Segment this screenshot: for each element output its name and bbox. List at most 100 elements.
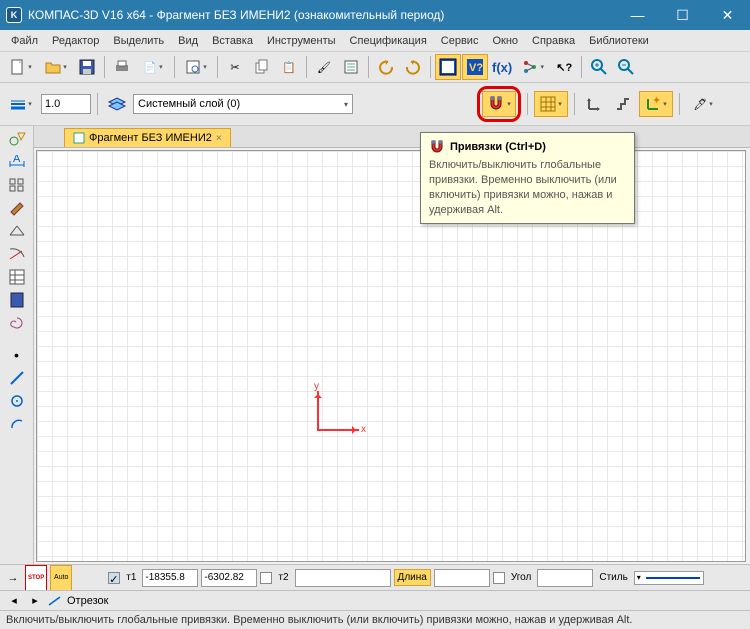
drawing-canvas[interactable]: x y xyxy=(36,150,746,562)
stop-button[interactable]: STOP xyxy=(25,565,47,591)
separator xyxy=(574,93,575,115)
workarea: A • Фрагмент БЕЗ ИМЕНИ2 × x y xyxy=(0,126,750,564)
variables-button[interactable]: V? xyxy=(462,54,488,80)
copy-button[interactable] xyxy=(249,54,275,80)
undo-button[interactable] xyxy=(373,54,399,80)
angle-input[interactable] xyxy=(537,569,593,587)
menu-window[interactable]: Окно xyxy=(485,33,525,49)
menu-spec[interactable]: Спецификация xyxy=(343,33,434,49)
close-button[interactable]: ✕ xyxy=(705,0,750,30)
tree-button[interactable] xyxy=(516,54,550,80)
menu-help[interactable]: Справка xyxy=(525,33,582,49)
snap-highlight-circle xyxy=(477,86,521,122)
help-cursor-button[interactable]: ↖? xyxy=(551,54,577,80)
t1-x-input[interactable] xyxy=(142,569,198,587)
zoom-out-button[interactable] xyxy=(613,54,639,80)
fx-button[interactable]: f(x) xyxy=(489,54,515,80)
angle-checkbox[interactable] xyxy=(493,572,505,584)
svg-text:V?: V? xyxy=(469,62,483,74)
menu-tools[interactable]: Инструменты xyxy=(260,33,343,49)
dim-icon[interactable]: A xyxy=(3,151,31,173)
minimize-button[interactable]: — xyxy=(615,0,660,30)
status-text: Включить/выключить глобальные привязки. … xyxy=(6,614,632,626)
menu-view[interactable]: Вид xyxy=(171,33,205,49)
style-label: Стиль xyxy=(596,570,630,585)
edit-icon[interactable] xyxy=(3,197,31,219)
arrow-left-icon[interactable]: → xyxy=(4,565,22,591)
magnet-icon xyxy=(429,139,445,155)
tooltip-title: Привязки (Ctrl+D) xyxy=(450,141,546,153)
line-width-input[interactable] xyxy=(41,94,91,114)
arc-tool[interactable] xyxy=(3,413,31,435)
menubar: Файл Редактор Выделить Вид Вставка Инстр… xyxy=(0,30,750,52)
menu-edit[interactable]: Редактор xyxy=(45,33,106,49)
paste-button[interactable]: 📋 xyxy=(276,54,302,80)
toolbar-layer: Системный слой (0) ✦ 🖊 xyxy=(0,83,750,126)
point-tool[interactable]: • xyxy=(3,344,31,366)
snap-tooltip: Привязки (Ctrl+D) Включить/выключить гло… xyxy=(420,132,635,224)
t1-y-input[interactable] xyxy=(201,569,257,587)
tab-left[interactable]: ◂ xyxy=(6,593,22,609)
grid-display-button[interactable] xyxy=(534,91,568,117)
t1-checkbox[interactable]: ✓ xyxy=(108,572,120,584)
sketch-brush-button[interactable]: 🖊 xyxy=(686,91,720,117)
save-button[interactable] xyxy=(74,54,100,80)
zoom-in-button[interactable] xyxy=(586,54,612,80)
report-icon[interactable] xyxy=(3,289,31,311)
print-dd-button[interactable]: 📄 xyxy=(136,54,170,80)
menu-insert[interactable]: Вставка xyxy=(205,33,260,49)
preview-button[interactable] xyxy=(179,54,213,80)
t2-input[interactable] xyxy=(295,569,391,587)
circle-tool[interactable] xyxy=(3,390,31,412)
brush-button[interactable]: 🖌 xyxy=(311,54,337,80)
local-cs-button[interactable]: ✦ xyxy=(639,91,673,117)
print-button[interactable] xyxy=(109,54,135,80)
window-title: КОМПАС-3D V16 x64 - Фрагмент БЕЗ ИМЕНИ2 … xyxy=(28,8,615,22)
step-button[interactable] xyxy=(610,91,636,117)
menu-file[interactable]: Файл xyxy=(4,33,45,49)
app-icon: K xyxy=(6,7,22,23)
doc-tab-close[interactable]: × xyxy=(216,133,222,144)
line-style-btn[interactable] xyxy=(4,91,38,117)
separator xyxy=(104,56,105,78)
titlebar: K КОМПАС-3D V16 x64 - Фрагмент БЕЗ ИМЕНИ… xyxy=(0,0,750,30)
auto-button[interactable]: Auto xyxy=(50,565,72,591)
style-combo[interactable]: ▾ xyxy=(634,571,704,585)
symbols-icon[interactable] xyxy=(3,174,31,196)
line-tool[interactable] xyxy=(3,367,31,389)
toolbar-main: 📄 ✂ 📋 🖌 V? f(x) ↖? xyxy=(0,52,750,83)
library-mgr-button[interactable] xyxy=(435,54,461,80)
new-button[interactable] xyxy=(4,54,38,80)
open-button[interactable] xyxy=(39,54,73,80)
properties-button[interactable] xyxy=(338,54,364,80)
spiral-icon[interactable] xyxy=(3,312,31,334)
svg-text:A: A xyxy=(13,155,21,165)
separator xyxy=(217,56,218,78)
t2-checkbox[interactable] xyxy=(260,572,272,584)
layer-name: Системный слой (0) xyxy=(138,98,240,110)
status-bar: Включить/выключить глобальные привязки. … xyxy=(0,610,750,629)
table-icon[interactable] xyxy=(3,266,31,288)
cut-button[interactable]: ✂ xyxy=(222,54,248,80)
menu-select[interactable]: Выделить xyxy=(106,33,171,49)
menu-service[interactable]: Сервис xyxy=(434,33,486,49)
t1-label: т1 xyxy=(123,570,139,585)
layers-button[interactable] xyxy=(104,91,130,117)
svg-text:✦: ✦ xyxy=(652,96,661,107)
snap-toggle-button[interactable] xyxy=(482,91,516,117)
ortho-button[interactable] xyxy=(581,91,607,117)
segment-icon xyxy=(48,595,62,607)
measure-icon[interactable] xyxy=(3,243,31,265)
params-icon[interactable] xyxy=(3,220,31,242)
tab-right[interactable]: ▸ xyxy=(27,593,43,609)
t2-label: т2 xyxy=(275,570,291,585)
layer-combo[interactable]: Системный слой (0) xyxy=(133,94,353,114)
menu-libs[interactable]: Библиотеки xyxy=(582,33,656,49)
maximize-button[interactable]: ☐ xyxy=(660,0,705,30)
redo-button[interactable] xyxy=(400,54,426,80)
geom-icon[interactable] xyxy=(3,128,31,150)
doc-tab-active[interactable]: Фрагмент БЕЗ ИМЕНИ2 × xyxy=(64,128,231,147)
length-input[interactable] xyxy=(434,569,490,587)
length-label[interactable]: Длина xyxy=(394,569,431,586)
angle-label: Угол xyxy=(508,570,535,585)
